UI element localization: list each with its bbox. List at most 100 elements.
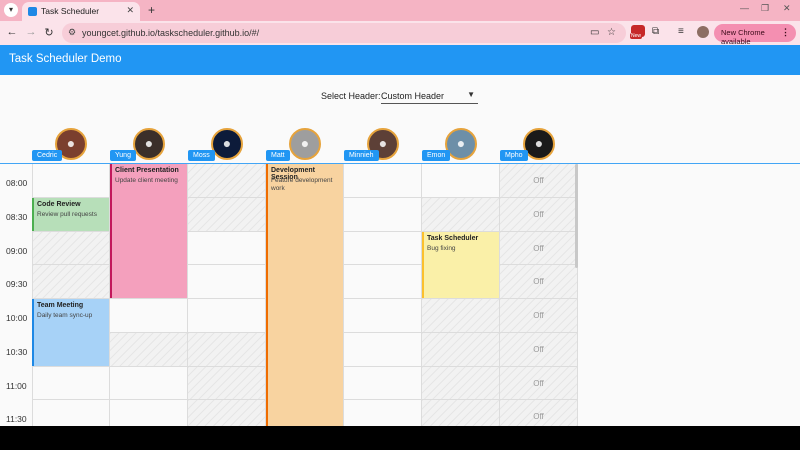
- resource-header-2[interactable]: ● Moss: [188, 128, 266, 164]
- tab-title: Task Scheduler: [41, 6, 100, 16]
- event-card[interactable]: Code Review Review pull requests: [32, 197, 109, 231]
- avatar-photo-icon: ●: [66, 135, 76, 151]
- resource-header-5[interactable]: ● Emon: [422, 128, 500, 164]
- time-slot[interactable]: [422, 366, 500, 401]
- time-slot[interactable]: [110, 299, 188, 333]
- back-icon[interactable]: ←: [5, 26, 19, 38]
- bookmark-star-icon[interactable]: ☆: [607, 27, 616, 38]
- time-slot[interactable]: Off: [500, 231, 578, 266]
- event-card[interactable]: Team Meeting Daily team sync-up: [32, 299, 109, 366]
- event-title: Task Scheduler: [427, 234, 479, 242]
- time-slot[interactable]: [344, 332, 422, 367]
- event-description: Bug fixing: [427, 244, 456, 252]
- resource-header-1[interactable]: ● Yung: [110, 128, 188, 164]
- time-slot[interactable]: Off: [500, 164, 578, 198]
- time-slot[interactable]: [188, 164, 266, 198]
- window-close-icon[interactable]: ✕: [783, 3, 791, 14]
- extensions-puzzle-icon[interactable]: ⧉: [652, 26, 659, 37]
- time-slot[interactable]: [188, 332, 266, 367]
- time-slot[interactable]: [110, 366, 188, 401]
- resource-header-4[interactable]: ● Minnieh: [344, 128, 422, 164]
- resource-name: Minnieh: [344, 150, 379, 161]
- off-label: Off: [533, 344, 544, 354]
- time-slot[interactable]: [110, 332, 188, 367]
- off-label: Off: [533, 277, 544, 287]
- resource-header-6[interactable]: ● Mpho: [500, 128, 578, 164]
- time-slot[interactable]: [344, 164, 422, 198]
- avatar: ●: [523, 128, 555, 160]
- off-label: Off: [533, 378, 544, 388]
- time-slot[interactable]: [32, 265, 110, 299]
- header-select-value: Custom Header: [381, 91, 445, 101]
- time-slot[interactable]: [422, 332, 500, 367]
- reading-list-icon[interactable]: ≡: [678, 26, 684, 37]
- time-label: 11:30: [6, 414, 27, 425]
- time-label: 11:00: [6, 380, 27, 391]
- event-card[interactable]: Client Presentation Update client meeting: [110, 164, 187, 298]
- off-label: Off: [533, 176, 544, 185]
- maximize-icon[interactable]: ❐: [761, 3, 769, 14]
- favicon-icon: [28, 7, 37, 16]
- minimize-icon[interactable]: —: [740, 3, 749, 13]
- time-slot[interactable]: [188, 366, 266, 401]
- event-card[interactable]: Development Session Feature development w…: [266, 164, 343, 426]
- time-slot[interactable]: [188, 265, 266, 299]
- tab-search-icon[interactable]: ▾: [4, 3, 18, 17]
- address-bar[interactable]: ⚙ youngcet.github.io/taskscheduler.githu…: [62, 23, 626, 43]
- time-slot[interactable]: [344, 231, 422, 266]
- time-slot[interactable]: [188, 231, 266, 266]
- resource-name: Moss: [188, 150, 215, 161]
- header-select[interactable]: Custom Header ▼: [381, 88, 478, 104]
- update-chrome-button[interactable]: New Chrome available ⋮: [714, 24, 796, 46]
- profile-avatar[interactable]: [697, 26, 709, 38]
- time-slot[interactable]: Off: [500, 299, 578, 333]
- time-slot[interactable]: [344, 400, 422, 426]
- time-slot[interactable]: [110, 400, 188, 426]
- app-bar: Task Scheduler Demo: [0, 45, 800, 75]
- time-slot[interactable]: [32, 366, 110, 401]
- time-slot[interactable]: [32, 231, 110, 266]
- avatar-photo-icon: ●: [378, 135, 388, 151]
- scrollbar-thumb[interactable]: [575, 164, 578, 268]
- time-slot[interactable]: [422, 164, 500, 198]
- time-slot[interactable]: [422, 197, 500, 232]
- install-icon[interactable]: ▭: [590, 27, 599, 38]
- time-slot[interactable]: [188, 400, 266, 426]
- time-slot[interactable]: Off: [500, 197, 578, 232]
- resource-header-0[interactable]: ● Cedric: [32, 128, 110, 164]
- new-tab-icon[interactable]: +: [148, 3, 155, 17]
- site-info-icon[interactable]: ⚙: [68, 27, 76, 38]
- time-slot[interactable]: [344, 366, 422, 401]
- avatar-photo-icon: ●: [534, 135, 544, 151]
- time-slot[interactable]: [188, 299, 266, 333]
- time-slot[interactable]: Off: [500, 265, 578, 299]
- reload-icon[interactable]: ↻: [42, 26, 56, 39]
- time-slot[interactable]: [32, 164, 110, 198]
- time-slot[interactable]: Off: [500, 400, 578, 426]
- resource-name: Cedric: [32, 150, 63, 161]
- time-slot[interactable]: [344, 197, 422, 232]
- resource-header-3[interactable]: ● Matt: [266, 128, 344, 164]
- time-label: 09:00: [6, 245, 28, 256]
- off-label: Off: [533, 243, 544, 253]
- more-menu-icon[interactable]: ⋮: [781, 27, 790, 38]
- time-slot[interactable]: [344, 299, 422, 333]
- resource-name: Emon: [422, 150, 451, 161]
- browser-tab[interactable]: Task Scheduler ✕: [22, 2, 140, 21]
- time-slot[interactable]: [422, 400, 500, 426]
- time-slot[interactable]: Off: [500, 332, 578, 367]
- off-label: Off: [533, 311, 544, 320]
- tab-strip: ▾ Task Scheduler ✕ + — ❐ ✕: [0, 0, 800, 21]
- time-slot[interactable]: [422, 299, 500, 333]
- time-slot[interactable]: [188, 197, 266, 232]
- time-slot[interactable]: [344, 265, 422, 299]
- time-slot[interactable]: [32, 400, 110, 426]
- avatar-photo-icon: ●: [144, 135, 154, 151]
- new-badge: New: [630, 33, 643, 39]
- event-card[interactable]: Task Scheduler Bug fixing: [422, 231, 499, 298]
- extension-icon[interactable]: New: [630, 25, 645, 39]
- close-icon[interactable]: ✕: [126, 5, 134, 16]
- event-description: Review pull requests: [37, 210, 97, 218]
- forward-icon[interactable]: →: [24, 26, 38, 38]
- time-slot[interactable]: Off: [500, 366, 578, 401]
